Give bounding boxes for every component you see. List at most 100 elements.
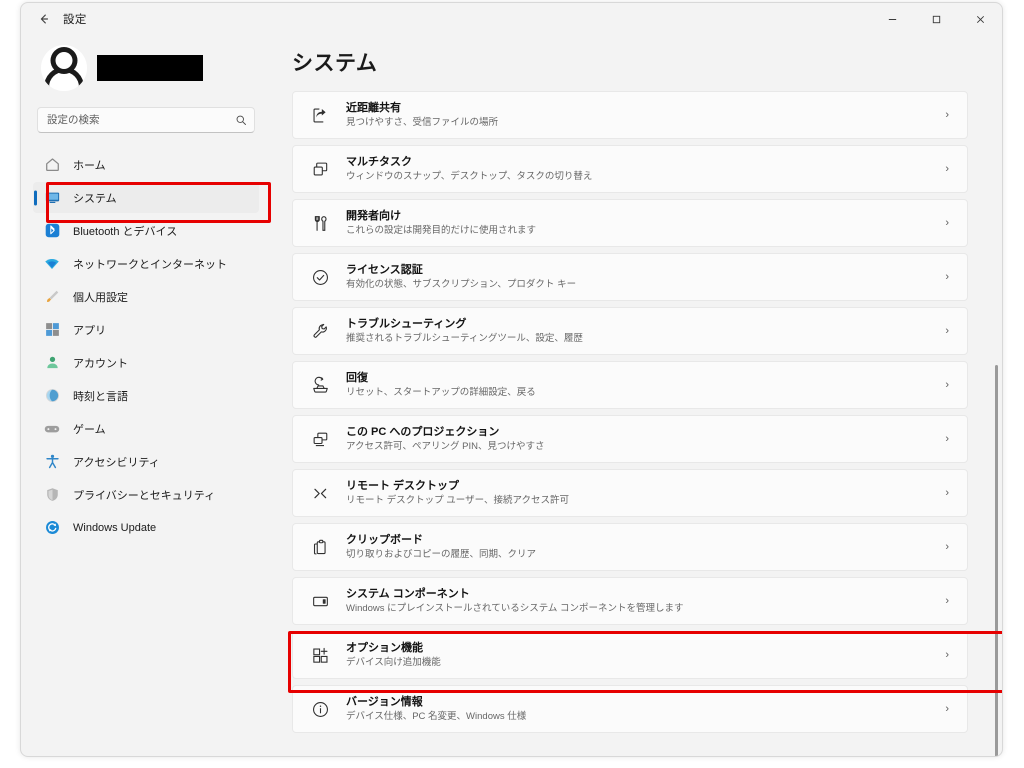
sidebar-item-home[interactable]: ホーム (33, 149, 259, 180)
projection-icon (310, 429, 330, 449)
main-scrollbar-thumb[interactable] (995, 365, 998, 756)
app-title: 設定 (63, 14, 87, 26)
sidebar-item-label: 個人用設定 (73, 291, 128, 304)
sidebar-item-label: Windows Update (73, 521, 157, 534)
card-subtitle: リセット、スタートアップの詳細設定、戻る (346, 387, 536, 398)
bluetooth-icon (43, 222, 61, 240)
card-recovery[interactable]: 回復 リセット、スタートアップの詳細設定、戻る › (292, 361, 968, 409)
sidebar-item-windows-update[interactable]: Windows Update (33, 512, 259, 543)
card-text: 近距離共有 見つけやすさ、受信ファイルの場所 (346, 101, 945, 129)
card-text: 回復 リセット、スタートアップの詳細設定、戻る (346, 371, 945, 399)
card-subtitle: 有効化の状態、サブスクリプション、プロダクト キー (346, 279, 577, 290)
chevron-right-icon: › (945, 325, 949, 337)
card-nearby-sharing[interactable]: 近距離共有 見つけやすさ、受信ファイルの場所 › (292, 91, 968, 139)
card-text: ライセンス認証 有効化の状態、サブスクリプション、プロダクト キー (346, 263, 945, 291)
clock-globe-icon (43, 387, 61, 405)
sidebar-item-gaming[interactable]: ゲーム (33, 413, 259, 444)
sidebar-nav: ホーム システム Bluetooth とデバイス ネットワークとインターネット … (33, 149, 259, 543)
sidebar-item-label: アクセシビリティ (73, 456, 160, 469)
card-remote-desktop[interactable]: リモート デスクトップ リモート デスクトップ ユーザー、接続アクセス許可 › (292, 469, 968, 517)
sidebar-item-label: Bluetooth とデバイス (73, 225, 178, 238)
brush-icon (43, 288, 61, 306)
card-subtitle: 切り取りおよびコピーの履歴、同期、クリア (346, 549, 537, 560)
accessibility-icon (43, 453, 61, 471)
card-subtitle: アクセス許可、ペアリング PIN、見つけやすさ (346, 441, 545, 452)
main-content: システム 近距離共有 見つけやすさ、受信ファイルの場所 › マルチタスク ウィン… (271, 35, 1002, 756)
card-optional-features[interactable]: オプション機能 デバイス向け追加機能 › (292, 631, 968, 679)
card-title: ライセンス認証 (346, 264, 423, 276)
card-text: クリップボード 切り取りおよびコピーの履歴、同期、クリア (346, 533, 945, 561)
card-subtitle: デバイス仕様、PC 名変更、Windows 仕様 (346, 711, 527, 722)
sidebar-item-apps[interactable]: アプリ (33, 314, 259, 345)
search-container (37, 107, 255, 133)
card-title: クリップボード (346, 534, 423, 546)
share-icon (310, 105, 330, 125)
card-title: マルチタスク (346, 156, 412, 168)
chevron-right-icon: › (945, 379, 949, 391)
search-input[interactable] (37, 107, 255, 133)
card-system-components[interactable]: システム コンポーネント Windows にプレインストールされているシステム … (292, 577, 968, 625)
account-header[interactable] (41, 45, 259, 91)
shield-icon (43, 486, 61, 504)
chevron-right-icon: › (945, 649, 949, 661)
settings-card-list: 近距離共有 見つけやすさ、受信ファイルの場所 › マルチタスク ウィンドウのスナ… (292, 91, 968, 733)
card-title: 回復 (346, 372, 368, 384)
sidebar: ホーム システム (21, 35, 271, 756)
sidebar-item-label: ホーム (73, 159, 106, 172)
card-subtitle: Windows にプレインストールされているシステム コンポーネントを管理します (346, 603, 684, 614)
clipboard-icon (310, 537, 330, 557)
info-icon (310, 699, 330, 719)
sidebar-item-label: 時刻と言語 (73, 390, 128, 403)
person-icon (43, 354, 61, 372)
card-text: システム コンポーネント Windows にプレインストールされているシステム … (346, 587, 945, 615)
sidebar-item-label: ネットワークとインターネット (73, 258, 227, 271)
close-button[interactable] (958, 3, 1002, 35)
chevron-right-icon: › (945, 433, 949, 445)
card-clipboard[interactable]: クリップボード 切り取りおよびコピーの履歴、同期、クリア › (292, 523, 968, 571)
sidebar-item-personalization[interactable]: 個人用設定 (33, 281, 259, 312)
wrench-icon (310, 321, 330, 341)
card-text: 開発者向け これらの設定は開発目的だけに使用されます (346, 209, 945, 237)
settings-window: 設定 設定の検索 ホーム システム Bluetooth とデバイス ネットワーク… (20, 2, 1003, 757)
chevron-right-icon: › (945, 541, 949, 553)
remote-desktop-icon (310, 483, 330, 503)
sidebar-item-bluetooth-devices[interactable]: Bluetooth とデバイス (33, 215, 259, 246)
sidebar-item-privacy-security[interactable]: プライバシーとセキュリティ (33, 479, 259, 510)
card-activation[interactable]: ライセンス認証 有効化の状態、サブスクリプション、プロダクト キー › (292, 253, 968, 301)
user-avatar-icon (41, 45, 87, 91)
card-subtitle: これらの設定は開発目的だけに使用されます (346, 225, 537, 236)
card-title: 開発者向け (346, 210, 401, 222)
multitask-icon (310, 159, 330, 179)
minimize-button[interactable] (870, 3, 914, 35)
card-subtitle: リモート デスクトップ ユーザー、接続アクセス許可 (346, 495, 570, 506)
card-title: 近距離共有 (346, 102, 401, 114)
card-subtitle: デバイス向け追加機能 (346, 657, 441, 668)
wifi-icon (43, 255, 61, 273)
chevron-right-icon: › (945, 595, 949, 607)
card-for-developers[interactable]: 開発者向け これらの設定は開発目的だけに使用されます › (292, 199, 968, 247)
back-arrow-icon[interactable] (31, 6, 57, 32)
home-icon (43, 156, 61, 174)
sidebar-item-network-internet[interactable]: ネットワークとインターネット (33, 248, 259, 279)
update-icon (43, 519, 61, 537)
chevron-right-icon: › (945, 487, 949, 499)
title-bar: 設定 (21, 3, 1002, 35)
dev-tools-icon (310, 213, 330, 233)
card-text: トラブルシューティング 推奨されるトラブルシューティングツール、設定、履歴 (346, 317, 945, 345)
card-text: リモート デスクトップ リモート デスクトップ ユーザー、接続アクセス許可 (346, 479, 945, 507)
sidebar-item-time-language[interactable]: 時刻と言語 (33, 380, 259, 411)
check-circle-icon (310, 267, 330, 287)
sidebar-item-accounts[interactable]: アカウント (33, 347, 259, 378)
card-subtitle: ウィンドウのスナップ、デスクトップ、タスクの切り替え (346, 171, 593, 182)
card-projecting-to-this-pc[interactable]: この PC へのプロジェクション アクセス許可、ペアリング PIN、見つけやすさ… (292, 415, 968, 463)
card-multitasking[interactable]: マルチタスク ウィンドウのスナップ、デスクトップ、タスクの切り替え › (292, 145, 968, 193)
sidebar-item-system[interactable]: システム (33, 182, 259, 213)
monitor-icon (43, 189, 61, 207)
maximize-button[interactable] (914, 3, 958, 35)
sidebar-item-accessibility[interactable]: アクセシビリティ (33, 446, 259, 477)
card-title: オプション機能 (346, 642, 423, 654)
card-about[interactable]: バージョン情報 デバイス仕様、PC 名変更、Windows 仕様 › (292, 685, 968, 733)
card-text: オプション機能 デバイス向け追加機能 (346, 641, 945, 669)
card-troubleshoot[interactable]: トラブルシューティング 推奨されるトラブルシューティングツール、設定、履歴 › (292, 307, 968, 355)
card-title: リモート デスクトップ (346, 480, 460, 492)
